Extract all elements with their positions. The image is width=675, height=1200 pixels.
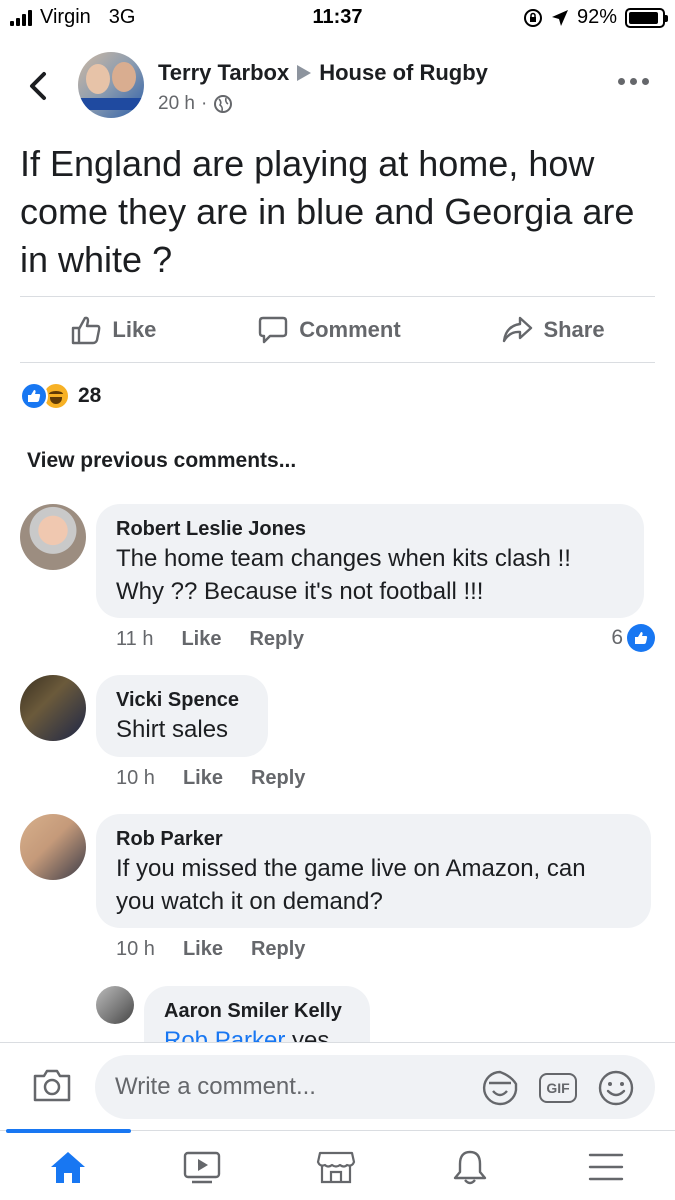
share-button[interactable]: Share — [501, 315, 605, 345]
comment-text: you watch it on demand? — [116, 888, 383, 915]
comment-text: Why ?? Because it's not football !!! — [116, 578, 484, 605]
like-icon — [72, 316, 101, 345]
comment-meta: 10 h Like Reply — [116, 767, 305, 790]
avatar[interactable] — [96, 986, 134, 1024]
post-header: Terry Tarbox House of Rugby 20 h · — [0, 48, 675, 124]
comment-bubble: Robert Leslie Jones The home team change… — [96, 504, 644, 618]
marketplace-icon — [316, 1151, 356, 1184]
home-icon — [51, 1152, 85, 1183]
like-reaction-icon — [20, 382, 48, 410]
avatar[interactable] — [20, 504, 86, 570]
battery-percent: 92% — [576, 6, 617, 28]
active-tab-indicator — [6, 1129, 131, 1133]
comment-button[interactable]: Comment — [257, 315, 401, 345]
comment-time: 10 h — [116, 938, 155, 960]
comment-reply-button[interactable]: Reply — [251, 938, 305, 961]
post-actions: Like Comment Share — [20, 298, 655, 362]
comment-bubble: Rob Parker If you missed the game live o… — [96, 814, 651, 928]
battery-fill — [629, 11, 659, 24]
share-label: Share — [543, 317, 605, 342]
avatar[interactable] — [20, 814, 86, 880]
back-icon[interactable] — [24, 66, 54, 106]
like-label: Like — [112, 317, 157, 342]
comment-like-number: 6 — [611, 626, 623, 649]
author-avatar[interactable] — [78, 52, 144, 118]
menu-icon — [588, 1153, 624, 1181]
comment-author[interactable]: Robert Leslie Jones — [116, 516, 624, 542]
tab-marketplace[interactable] — [306, 1145, 366, 1189]
reaction-count: 28 — [78, 384, 102, 407]
orientation-lock-icon — [523, 8, 542, 27]
composer-icons: GIF — [481, 1069, 635, 1107]
post-author-name[interactable]: Terry Tarbox — [158, 60, 289, 86]
comment-text: The home team changes when kits clash !! — [116, 545, 571, 572]
arrow-right-icon — [297, 65, 312, 81]
divider-top — [20, 296, 655, 297]
more-icon[interactable] — [618, 78, 649, 85]
camera-icon[interactable] — [32, 1067, 72, 1103]
watch-icon — [183, 1151, 221, 1184]
tab-notifications[interactable] — [440, 1145, 500, 1189]
gif-icon[interactable]: GIF — [539, 1073, 577, 1103]
tab-watch[interactable] — [172, 1145, 232, 1189]
comment-reply-button[interactable]: Reply — [249, 628, 303, 651]
comment-like-button[interactable]: Like — [183, 938, 223, 961]
post-time[interactable]: 20 h — [158, 93, 195, 115]
comment-time: 11 h — [116, 628, 154, 650]
like-button[interactable]: Like — [70, 315, 156, 345]
status-bar: Virgin 3G 11:37 92% — [0, 0, 675, 36]
view-previous-comments[interactable]: View previous comments... — [27, 449, 296, 473]
bottom-tab-bar — [0, 1129, 675, 1200]
comment-composer: GIF — [0, 1042, 675, 1130]
comment-reply-button[interactable]: Reply — [251, 767, 305, 790]
location-icon — [551, 9, 568, 26]
comment-text: Shirt sales — [116, 716, 229, 743]
gif-label: GIF — [546, 1080, 570, 1096]
comment-meta: 11 h Like Reply — [116, 628, 304, 651]
tab-menu[interactable] — [576, 1145, 636, 1189]
post-text: If England are playing at home, how come… — [20, 143, 635, 280]
like-badge-icon — [627, 624, 655, 652]
comment-text: If you missed the game live on Amazon, c… — [116, 855, 586, 882]
emoji-icon[interactable] — [597, 1069, 635, 1107]
post-group-name[interactable]: House of Rugby — [319, 60, 488, 86]
comment-like-button[interactable]: Like — [181, 628, 221, 651]
comment-author[interactable]: Rob Parker — [116, 826, 631, 852]
sticker-icon[interactable] — [481, 1069, 519, 1107]
share-icon — [503, 316, 533, 343]
status-right: 92% — [523, 6, 668, 29]
comment-label: Comment — [299, 317, 401, 342]
comment-author[interactable]: Vicki Spence — [116, 687, 248, 713]
comment-author[interactable]: Aaron Smiler Kelly — [164, 998, 350, 1024]
battery-icon — [625, 7, 668, 28]
comment-like-button[interactable]: Like — [183, 767, 223, 790]
tab-home[interactable] — [38, 1145, 98, 1189]
reactions-summary[interactable]: 28 — [20, 380, 101, 412]
comment-icon — [259, 316, 288, 344]
comment-time: 10 h — [116, 767, 155, 789]
post-meta: 20 h · — [158, 93, 233, 115]
meta-separator: · — [200, 93, 208, 114]
comment-bubble: Vicki Spence Shirt sales — [96, 675, 268, 757]
post-author-line: Terry Tarbox House of Rugby — [158, 60, 488, 86]
divider-bottom — [20, 362, 655, 363]
comment-meta: 10 h Like Reply — [116, 938, 305, 961]
comment-like-count[interactable]: 6 — [611, 624, 655, 652]
bell-icon — [453, 1150, 487, 1185]
avatar[interactable] — [20, 675, 86, 741]
globe-icon — [214, 95, 233, 113]
